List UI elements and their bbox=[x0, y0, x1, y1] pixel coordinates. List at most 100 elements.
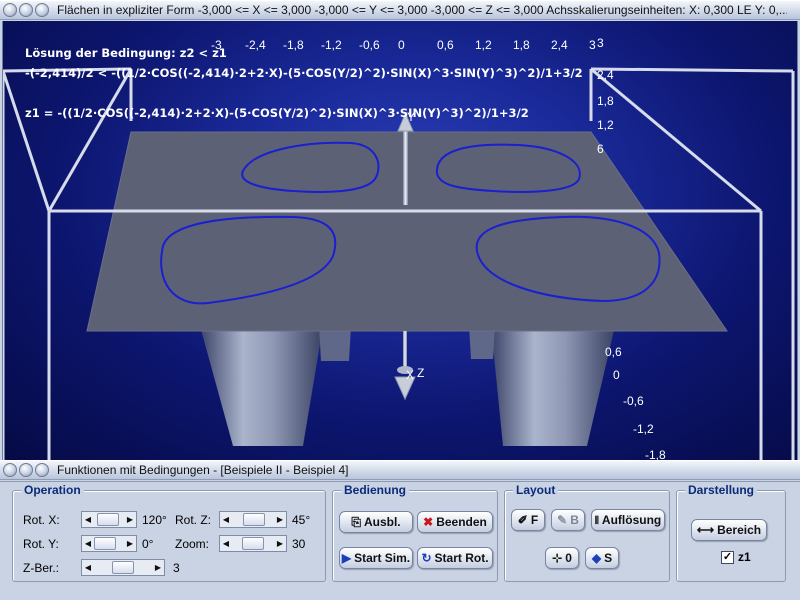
zoom-right-arrow-icon[interactable]: ▶ bbox=[274, 536, 286, 551]
right-axis-upper-tick-label: 3 bbox=[597, 36, 604, 50]
layout-f-label: F bbox=[530, 513, 539, 527]
z1-checkbox-label: z1 bbox=[738, 550, 751, 564]
start-sim-button[interactable]: ▶ Start Sim. bbox=[339, 547, 413, 569]
rot-y-label: Rot. Y: bbox=[23, 537, 59, 551]
layout-b-label: B bbox=[570, 513, 579, 527]
z1-formula: z1 = -((1/2·COS((-2,414)·2+2·X)-(5·COS(Y… bbox=[25, 106, 529, 120]
rot-z-slider[interactable]: ◀ ▶ bbox=[219, 511, 287, 528]
z-ber-slider-thumb[interactable] bbox=[112, 561, 134, 574]
layout-0-label: 0 bbox=[565, 551, 572, 565]
group-operation-title: Operation bbox=[21, 483, 84, 497]
zoom-slider-thumb[interactable] bbox=[242, 537, 264, 550]
top-axis-tick-label: -0,6 bbox=[359, 38, 380, 52]
z-axis-upper bbox=[403, 125, 408, 205]
zoom-value: 30 bbox=[292, 537, 306, 551]
start-rot-label: Start Rot. bbox=[434, 551, 489, 565]
z-ber-right-arrow-icon[interactable]: ▶ bbox=[152, 560, 164, 575]
rot-z-right-arrow-icon[interactable]: ▶ bbox=[274, 512, 286, 527]
start-rot-button[interactable]: ↻ Start Rot. bbox=[417, 547, 493, 569]
brush-icon: ✐ bbox=[517, 513, 528, 527]
aufloesung-button[interactable]: ⫼ Auflösung bbox=[591, 509, 665, 531]
beenden-label: Beenden bbox=[436, 515, 487, 529]
group-layout: Layout ✐ F ✎ B ⫼ Auflösung ⊹ 0 ◆ S bbox=[504, 483, 670, 582]
3d-viewport[interactable]: Lösung der Bedingung: z2 < z1 -(-2,414)/… bbox=[2, 21, 798, 460]
z-ber-left-arrow-icon[interactable]: ◀ bbox=[82, 560, 94, 575]
z-ber-slider[interactable]: ◀ ▶ bbox=[81, 559, 165, 576]
window-maximize-button[interactable] bbox=[35, 3, 49, 17]
group-bedienung: Bedienung ⎘ Ausbl. ✖ Beenden ▶ Start Sim… bbox=[332, 483, 498, 582]
pen-icon: ✎ bbox=[557, 513, 568, 527]
window-close-button[interactable] bbox=[3, 3, 17, 17]
top-axis-tick-label: 3 bbox=[589, 38, 596, 52]
surface-column-right bbox=[491, 326, 615, 446]
crosshair-icon: ⊹ bbox=[552, 551, 563, 565]
top-axis-tick-label: -2,4 bbox=[245, 38, 266, 52]
rot-y-slider-thumb[interactable] bbox=[94, 537, 116, 550]
rot-x-slider[interactable]: ◀ ▶ bbox=[81, 511, 137, 528]
control-window-titlebar[interactable]: Funktionen mit Bedingungen - [Beispiele … bbox=[0, 460, 800, 480]
z-ber-value: 3 bbox=[173, 561, 180, 575]
close-x-icon: ✖ bbox=[423, 515, 434, 529]
z-ber-label: Z-Ber.: bbox=[23, 561, 60, 575]
top-axis-tick-label: -3 bbox=[211, 38, 222, 52]
top-axis-ticks: -3 -2,4 -1,8 -1,2 -0,6 0 0,6 1,2 1,8 2,4 3 bbox=[211, 38, 596, 52]
axis-label-y: Y bbox=[407, 110, 415, 124]
z-axis-lower bbox=[403, 331, 407, 369]
group-bedienung-title: Bedienung bbox=[341, 483, 409, 497]
top-axis-tick-label: 1,8 bbox=[513, 38, 530, 52]
top-axis-tick-label: -1,2 bbox=[321, 38, 342, 52]
group-darstellung-title: Darstellung bbox=[685, 483, 758, 497]
play-icon: ▶ bbox=[341, 551, 352, 565]
right-axis-lower-tick-label: 0,6 bbox=[605, 345, 622, 359]
rot-z-value: 45° bbox=[292, 513, 311, 527]
rot-z-slider-thumb[interactable] bbox=[243, 513, 265, 526]
top-axis-tick-label: 1,2 bbox=[475, 38, 492, 52]
z1-checkbox[interactable]: ✓ bbox=[721, 551, 734, 564]
rot-y-left-arrow-icon[interactable]: ◀ bbox=[82, 536, 94, 551]
bereich-button[interactable]: ⟷ Bereich bbox=[691, 519, 767, 541]
rot-x-value: 120° bbox=[142, 513, 167, 527]
rot-y-value: 0° bbox=[142, 537, 154, 551]
control-window-title: Funktionen mit Bedingungen - [Beispiele … bbox=[57, 463, 349, 477]
start-sim-label: Start Sim. bbox=[354, 551, 411, 565]
ausblenden-label: Ausbl. bbox=[363, 515, 401, 529]
axis-label-x: X bbox=[406, 368, 414, 382]
right-axis-lower-tick-label: -1,2 bbox=[633, 422, 654, 436]
right-axis-ticks-lower: 0,6 0-0,6 -1,2 -1,8 bbox=[605, 345, 666, 460]
rot-x-left-arrow-icon[interactable]: ◀ bbox=[82, 512, 94, 527]
layout-s-label: S bbox=[604, 551, 613, 565]
layout-0-button[interactable]: ⊹ 0 bbox=[545, 547, 579, 569]
group-darstellung: Darstellung ⟷ Bereich ✓ z1 bbox=[676, 483, 786, 582]
top-axis-tick-label: 0 bbox=[398, 38, 405, 52]
control-maximize-button[interactable] bbox=[35, 463, 49, 477]
top-axis-tick-label: -1,8 bbox=[283, 38, 304, 52]
top-axis-tick-label: 0,6 bbox=[437, 38, 454, 52]
right-axis-lower-tick-label: -1,8 bbox=[645, 448, 666, 460]
layout-s-button[interactable]: ◆ S bbox=[585, 547, 619, 569]
rot-y-right-arrow-icon[interactable]: ▶ bbox=[124, 536, 136, 551]
beenden-button[interactable]: ✖ Beenden bbox=[417, 511, 493, 533]
control-minimize-button[interactable] bbox=[19, 463, 33, 477]
right-axis-ticks-upper: 3 2,4 1,8 1,2 6 bbox=[597, 36, 614, 156]
zoom-slider[interactable]: ◀ ▶ bbox=[219, 535, 287, 552]
rot-z-left-arrow-icon[interactable]: ◀ bbox=[220, 512, 232, 527]
axis-label-z: Z bbox=[417, 366, 424, 380]
bereich-label: Bereich bbox=[717, 523, 762, 537]
ausblenden-button[interactable]: ⎘ Ausbl. bbox=[339, 511, 413, 533]
ausblenden-icon: ⎘ bbox=[351, 514, 361, 529]
right-axis-upper-tick-label: 2,4 bbox=[597, 68, 614, 82]
control-close-button[interactable] bbox=[3, 463, 17, 477]
layout-f-button[interactable]: ✐ F bbox=[511, 509, 545, 531]
rot-y-slider[interactable]: ◀ ▶ bbox=[81, 535, 137, 552]
rot-x-slider-thumb[interactable] bbox=[97, 513, 119, 526]
3d-scene: Lösung der Bedingung: z2 < z1 -(-2,414)/… bbox=[3, 36, 795, 460]
right-axis-lower-tick-label: 0 bbox=[613, 368, 620, 382]
rot-x-label: Rot. X: bbox=[23, 513, 60, 527]
rot-x-right-arrow-icon[interactable]: ▶ bbox=[124, 512, 136, 527]
window-minimize-button[interactable] bbox=[19, 3, 33, 17]
main-window-titlebar[interactable]: Flächen in expliziter Form -3,000 <= X <… bbox=[0, 0, 800, 20]
layout-b-button[interactable]: ✎ B bbox=[551, 509, 585, 531]
right-axis-upper-tick-label: 1,2 bbox=[597, 118, 614, 132]
right-axis-lower-tick-label: -0,6 bbox=[623, 394, 644, 408]
zoom-left-arrow-icon[interactable]: ◀ bbox=[220, 536, 232, 551]
